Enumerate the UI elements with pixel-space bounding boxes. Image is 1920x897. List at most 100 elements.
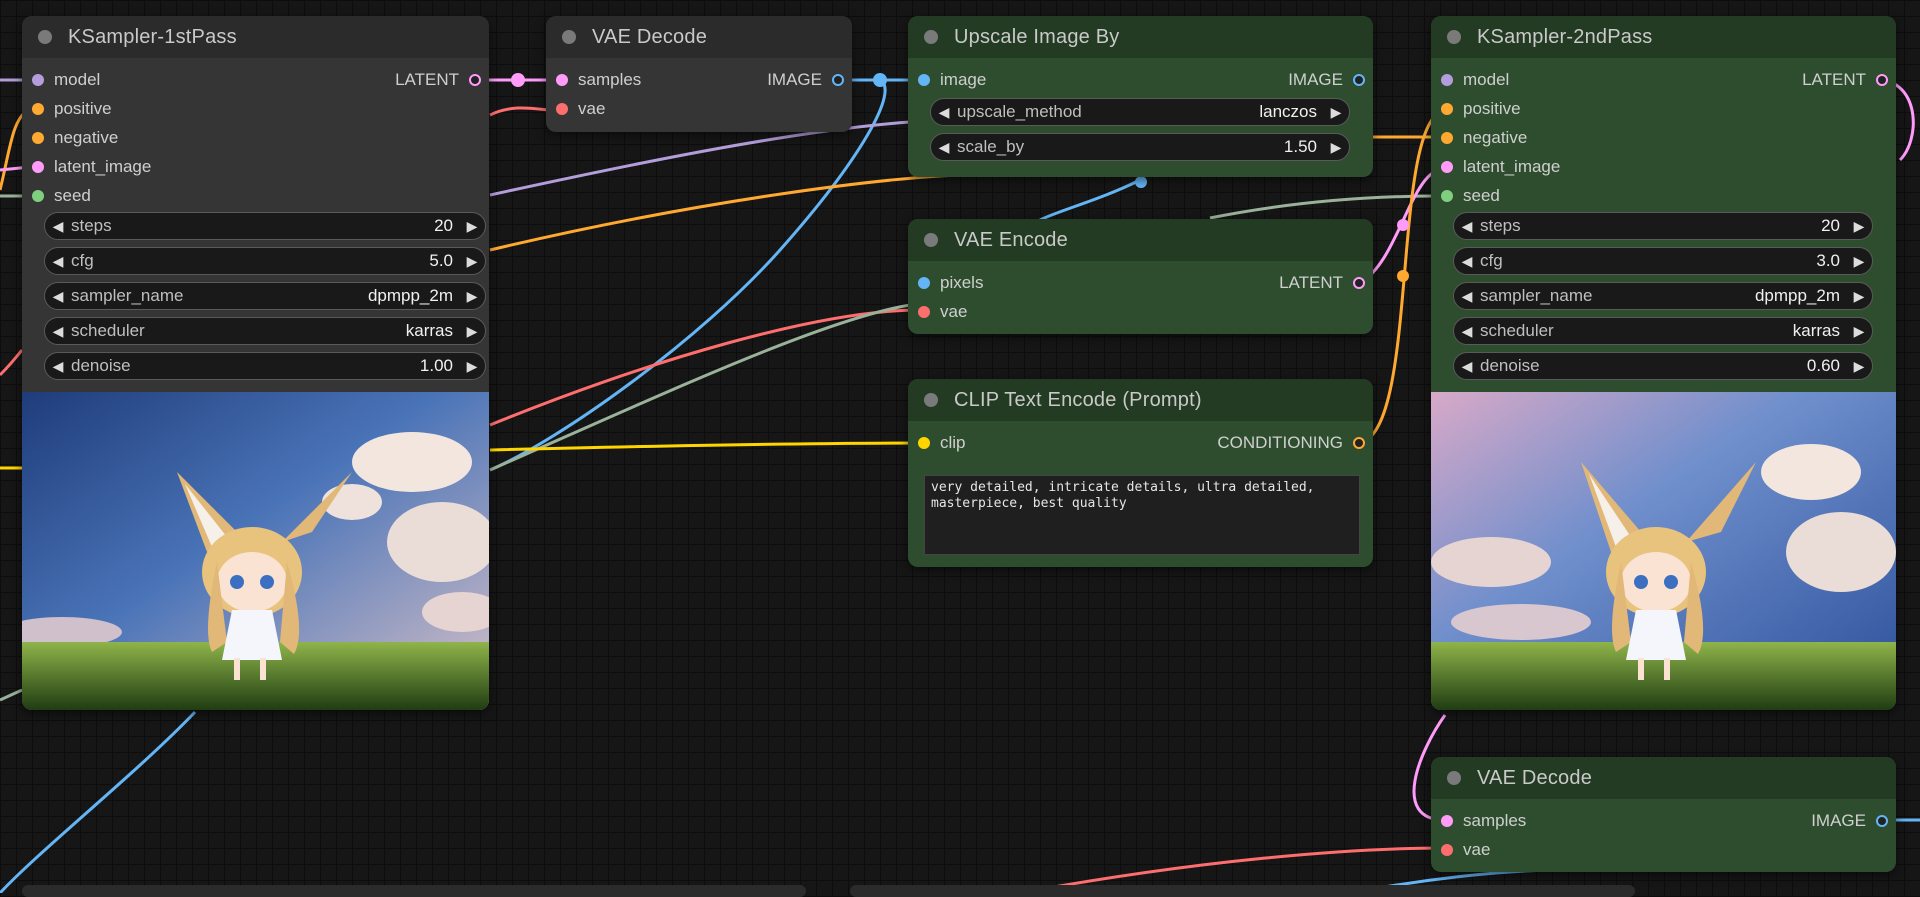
triangle-right-icon[interactable]: ▶ bbox=[1846, 253, 1872, 270]
dot-icon[interactable] bbox=[1447, 771, 1461, 785]
socket-icon[interactable] bbox=[1353, 74, 1365, 86]
triangle-right-icon[interactable]: ▶ bbox=[1846, 288, 1872, 305]
node-header[interactable]: CLIP Text Encode (Prompt) bbox=[908, 379, 1373, 421]
widget-scheduler[interactable]: ◀ scheduler karras ▶ bbox=[1453, 317, 1873, 345]
widget-cfg[interactable]: ◀ cfg 5.0 ▶ bbox=[44, 247, 486, 275]
node-vae-decode-1[interactable]: VAE Decode samples vae IMAGE bbox=[546, 16, 852, 132]
node-vae-encode[interactable]: VAE Encode pixels vae LATENT bbox=[908, 219, 1373, 334]
triangle-left-icon[interactable]: ◀ bbox=[1454, 323, 1480, 340]
input-vae[interactable]: vae bbox=[918, 299, 967, 325]
triangle-right-icon[interactable]: ▶ bbox=[1323, 139, 1349, 156]
dot-icon[interactable] bbox=[38, 30, 52, 44]
input-model[interactable]: model bbox=[1441, 67, 1509, 93]
widget-denoise[interactable]: ◀ denoise 1.00 ▶ bbox=[44, 352, 486, 380]
input-pixels[interactable]: pixels bbox=[918, 270, 983, 296]
triangle-left-icon[interactable]: ◀ bbox=[931, 104, 957, 121]
triangle-left-icon[interactable]: ◀ bbox=[45, 253, 71, 270]
output-latent[interactable]: LATENT bbox=[1802, 67, 1888, 93]
socket-icon[interactable] bbox=[918, 306, 930, 318]
output-image[interactable]: IMAGE bbox=[1288, 67, 1365, 93]
input-samples[interactable]: samples bbox=[1441, 808, 1526, 834]
socket-icon[interactable] bbox=[1441, 74, 1453, 86]
widget-steps[interactable]: ◀ steps 20 ▶ bbox=[1453, 212, 1873, 240]
input-vae[interactable]: vae bbox=[556, 96, 605, 122]
dot-icon[interactable] bbox=[1447, 30, 1461, 44]
triangle-left-icon[interactable]: ◀ bbox=[1454, 253, 1480, 270]
socket-icon[interactable] bbox=[918, 437, 930, 449]
input-positive[interactable]: positive bbox=[32, 96, 112, 122]
dot-icon[interactable] bbox=[924, 30, 938, 44]
triangle-left-icon[interactable]: ◀ bbox=[45, 358, 71, 375]
output-latent[interactable]: LATENT bbox=[1279, 270, 1365, 296]
socket-icon[interactable] bbox=[32, 161, 44, 173]
socket-icon[interactable] bbox=[832, 74, 844, 86]
node-header[interactable]: VAE Decode bbox=[546, 16, 852, 58]
input-model[interactable]: model bbox=[32, 67, 100, 93]
input-positive[interactable]: positive bbox=[1441, 96, 1521, 122]
widget-scale-by[interactable]: ◀ scale_by 1.50 ▶ bbox=[930, 133, 1350, 161]
socket-icon[interactable] bbox=[1441, 190, 1453, 202]
triangle-left-icon[interactable]: ◀ bbox=[1454, 358, 1480, 375]
input-negative[interactable]: negative bbox=[1441, 125, 1527, 151]
input-seed[interactable]: seed bbox=[32, 183, 91, 209]
input-clip[interactable]: clip bbox=[918, 430, 966, 456]
dot-icon[interactable] bbox=[562, 30, 576, 44]
socket-icon[interactable] bbox=[32, 132, 44, 144]
widget-sampler-name[interactable]: ◀ sampler_name dpmpp_2m ▶ bbox=[1453, 282, 1873, 310]
triangle-right-icon[interactable]: ▶ bbox=[459, 253, 485, 270]
triangle-left-icon[interactable]: ◀ bbox=[45, 288, 71, 305]
socket-icon[interactable] bbox=[1441, 103, 1453, 115]
widget-steps[interactable]: ◀ steps 20 ▶ bbox=[44, 212, 486, 240]
node-ksampler-2ndpass[interactable]: KSampler-2ndPass model positive negative… bbox=[1431, 16, 1896, 710]
socket-icon[interactable] bbox=[556, 74, 568, 86]
node-header[interactable]: VAE Decode bbox=[1431, 757, 1896, 799]
socket-icon[interactable] bbox=[918, 74, 930, 86]
socket-icon[interactable] bbox=[1876, 74, 1888, 86]
socket-icon[interactable] bbox=[469, 74, 481, 86]
node-header[interactable]: VAE Encode bbox=[908, 219, 1373, 261]
widget-denoise[interactable]: ◀ denoise 0.60 ▶ bbox=[1453, 352, 1873, 380]
triangle-left-icon[interactable]: ◀ bbox=[1454, 288, 1480, 305]
node-upscale-image-by[interactable]: Upscale Image By image IMAGE ◀ upscale_me… bbox=[908, 16, 1373, 177]
input-image[interactable]: image bbox=[918, 67, 986, 93]
input-seed[interactable]: seed bbox=[1441, 183, 1500, 209]
widget-scheduler[interactable]: ◀ scheduler karras ▶ bbox=[44, 317, 486, 345]
node-ksampler-1stpass[interactable]: KSampler-1stPass model positive negative… bbox=[22, 16, 489, 710]
triangle-left-icon[interactable]: ◀ bbox=[45, 218, 71, 235]
offscreen-node[interactable] bbox=[850, 885, 1635, 897]
triangle-left-icon[interactable]: ◀ bbox=[931, 139, 957, 156]
socket-icon[interactable] bbox=[1441, 132, 1453, 144]
triangle-right-icon[interactable]: ▶ bbox=[459, 288, 485, 305]
triangle-right-icon[interactable]: ▶ bbox=[459, 218, 485, 235]
input-samples[interactable]: samples bbox=[556, 67, 641, 93]
socket-icon[interactable] bbox=[32, 190, 44, 202]
triangle-right-icon[interactable]: ▶ bbox=[459, 323, 485, 340]
node-clip-text-encode[interactable]: CLIP Text Encode (Prompt) clip CONDITION… bbox=[908, 379, 1373, 567]
node-header[interactable]: Upscale Image By bbox=[908, 16, 1373, 58]
input-vae[interactable]: vae bbox=[1441, 837, 1490, 863]
triangle-right-icon[interactable]: ▶ bbox=[1846, 358, 1872, 375]
widget-upscale-method[interactable]: ◀ upscale_method lanczos ▶ bbox=[930, 98, 1350, 126]
input-negative[interactable]: negative bbox=[32, 125, 118, 151]
input-latent-image[interactable]: latent_image bbox=[32, 154, 151, 180]
prompt-textarea[interactable]: very detailed, intricate details, ultra … bbox=[924, 475, 1360, 555]
socket-icon[interactable] bbox=[1353, 277, 1365, 289]
node-header[interactable]: KSampler-1stPass bbox=[22, 16, 489, 58]
node-header[interactable]: KSampler-2ndPass bbox=[1431, 16, 1896, 58]
triangle-right-icon[interactable]: ▶ bbox=[1323, 104, 1349, 121]
offscreen-node[interactable] bbox=[22, 885, 806, 897]
triangle-left-icon[interactable]: ◀ bbox=[45, 323, 71, 340]
socket-icon[interactable] bbox=[1441, 844, 1453, 856]
widget-cfg[interactable]: ◀ cfg 3.0 ▶ bbox=[1453, 247, 1873, 275]
output-latent[interactable]: LATENT bbox=[395, 67, 481, 93]
triangle-right-icon[interactable]: ▶ bbox=[459, 358, 485, 375]
node-vae-decode-2[interactable]: VAE Decode samples vae IMAGE bbox=[1431, 757, 1896, 872]
output-conditioning[interactable]: CONDITIONING bbox=[1217, 430, 1365, 456]
socket-icon[interactable] bbox=[1441, 815, 1453, 827]
output-image[interactable]: IMAGE bbox=[767, 67, 844, 93]
output-image[interactable]: IMAGE bbox=[1811, 808, 1888, 834]
dot-icon[interactable] bbox=[924, 233, 938, 247]
triangle-right-icon[interactable]: ▶ bbox=[1846, 218, 1872, 235]
triangle-right-icon[interactable]: ▶ bbox=[1846, 323, 1872, 340]
socket-icon[interactable] bbox=[32, 103, 44, 115]
